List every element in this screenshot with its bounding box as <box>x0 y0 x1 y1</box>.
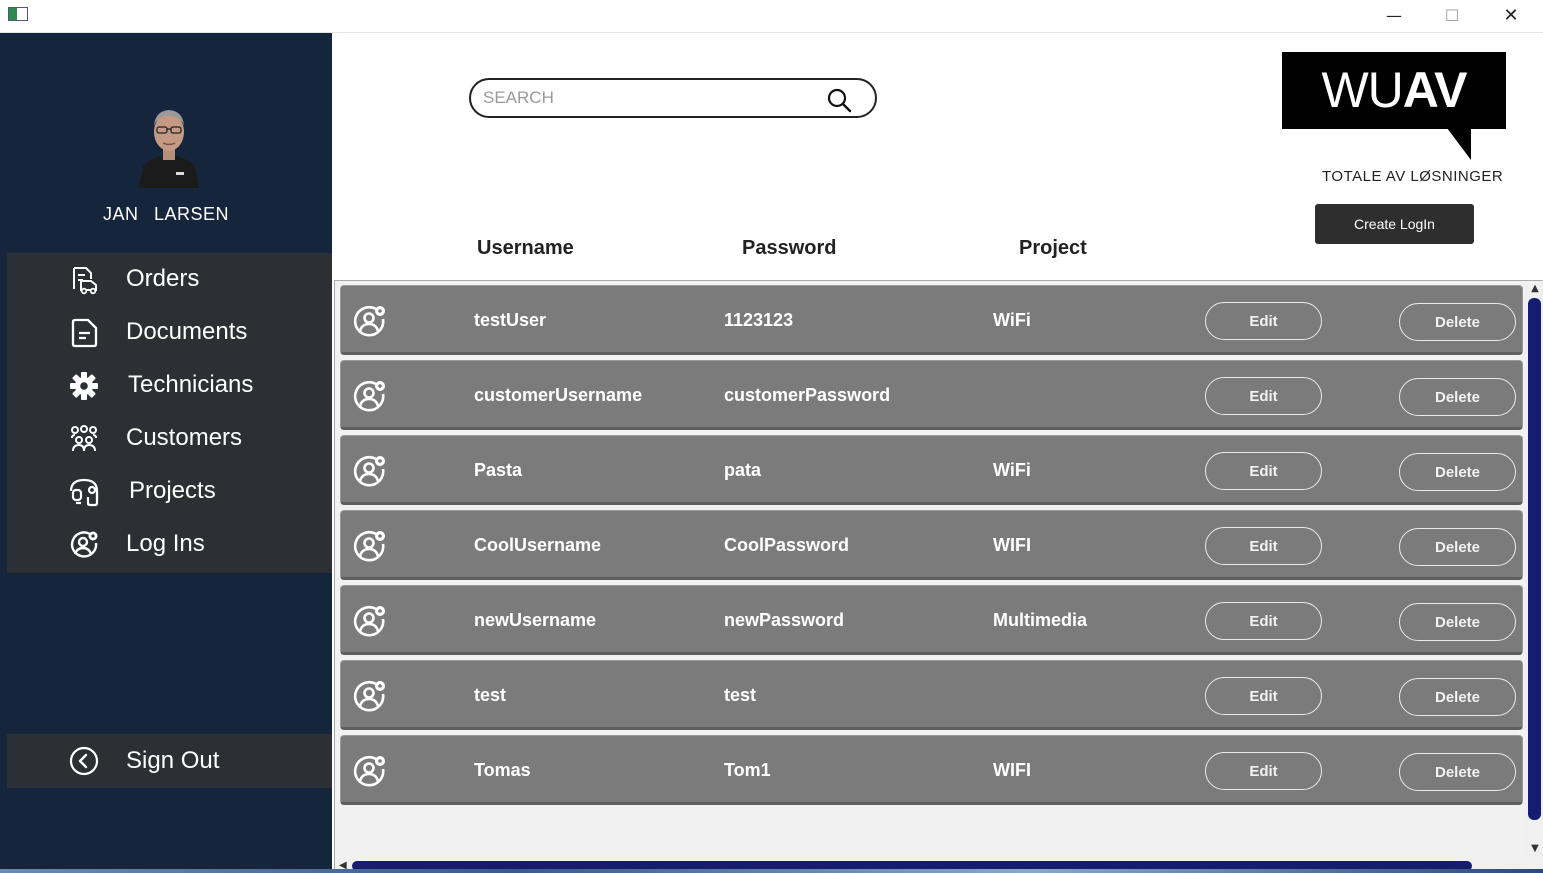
delete-button[interactable]: Delete <box>1399 603 1516 641</box>
cell-username: CoolUsername <box>474 535 602 555</box>
document-icon <box>71 318 98 348</box>
sidebar: JAN LARSEN Orders Documents Technicians … <box>0 33 332 873</box>
cell-password: customerPassword <box>724 385 891 405</box>
app-icon <box>8 7 28 21</box>
user-settings-icon <box>353 604 387 638</box>
delete-button[interactable]: Delete <box>1399 303 1516 341</box>
cell-project: WiFi <box>993 310 1031 330</box>
login-list: testUser 1123123 WiFi Edit Delete customerUse… <box>334 280 1543 873</box>
cell-password: pata <box>724 460 762 480</box>
user-name: JAN LARSEN <box>102 204 230 224</box>
nav-item-orders[interactable]: Orders <box>7 253 332 306</box>
nav-item-log-ins[interactable]: Log Ins <box>7 518 332 571</box>
search-input[interactable] <box>483 87 813 109</box>
maximize-button[interactable]: ☐ <box>1423 0 1481 30</box>
chevron-left-circle-icon <box>69 746 99 776</box>
cell-password: test <box>724 685 757 705</box>
edit-button[interactable]: Edit <box>1205 527 1322 565</box>
avatar <box>137 102 201 188</box>
nav-menu: Orders Documents Technicians Customers P… <box>7 253 332 573</box>
edit-button[interactable]: Edit <box>1205 677 1322 715</box>
logo-box: WUAV <box>1282 52 1506 129</box>
nav-label-customers: Customers <box>126 424 243 451</box>
delete-button[interactable]: Delete <box>1399 678 1516 716</box>
edit-button[interactable]: Edit <box>1205 377 1322 415</box>
user-settings-icon <box>353 679 387 713</box>
table-row: newUsername newPassword Multimedia Edit Dele… <box>340 585 1523 655</box>
cell-password: newPassword <box>724 610 845 630</box>
group-icon <box>71 425 97 452</box>
truck-document-icon <box>73 267 97 295</box>
cell-project: WIFI <box>993 760 1031 780</box>
edit-button[interactable]: Edit <box>1205 452 1322 490</box>
cell-username: customerUsername <box>474 385 643 405</box>
company-logo: WUAV TOTALE AV LØSNINGER <box>1282 52 1507 187</box>
cell-password: 1123123 <box>724 310 794 330</box>
logo-word-bold: AV <box>1402 62 1468 118</box>
nav-label-log-ins: Log Ins <box>126 530 205 557</box>
scroll-up-icon[interactable]: ▲ <box>1529 284 1541 294</box>
nav-item-customers[interactable]: Customers <box>7 412 332 465</box>
nav-label-projects: Projects <box>129 477 216 504</box>
edit-button[interactable]: Edit <box>1205 752 1322 790</box>
cell-project: WIFI <box>993 535 1031 555</box>
title-bar: — ☐ ✕ <box>0 0 1543 33</box>
edit-button[interactable]: Edit <box>1205 602 1322 640</box>
main-content: WUAV TOTALE AV LØSNINGER Create LogIn Us… <box>332 33 1543 873</box>
logo-wordmark: WUAV <box>1282 64 1506 116</box>
search-icon[interactable] <box>826 87 852 113</box>
cell-password: CoolPassword <box>724 535 850 555</box>
logo-word-thin: WU <box>1321 62 1403 118</box>
cell-username: Pasta <box>474 460 523 480</box>
user-settings-icon <box>70 531 98 558</box>
cell-project: Multimedia <box>993 610 1088 630</box>
cell-project: WiFi <box>993 460 1031 480</box>
nav-label-orders: Orders <box>126 265 200 292</box>
minimize-button[interactable]: — <box>1365 0 1423 30</box>
nav-label-technicians: Technicians <box>128 371 254 398</box>
project-icon <box>69 478 99 507</box>
column-header-password: Password <box>742 237 837 259</box>
cell-username: newUsername <box>474 610 597 630</box>
column-header-project: Project <box>1019 237 1087 259</box>
sign-out-label: Sign Out <box>126 747 220 774</box>
cell-username: test <box>474 685 507 705</box>
user-settings-icon <box>353 529 387 563</box>
column-header-username: Username <box>477 237 574 259</box>
create-login-button[interactable]: Create LogIn <box>1315 204 1474 244</box>
sign-out-button[interactable]: Sign Out <box>7 734 332 788</box>
user-settings-icon <box>353 754 387 788</box>
logo-speech-tail <box>1447 128 1471 160</box>
user-settings-icon <box>353 454 387 488</box>
nav-item-technicians[interactable]: Technicians <box>7 359 332 412</box>
nav-item-documents[interactable]: Documents <box>7 306 332 359</box>
table-row: CoolUsername CoolPassword WIFI Edit Delete <box>340 510 1523 580</box>
delete-button[interactable]: Delete <box>1399 528 1516 566</box>
user-settings-icon <box>353 379 387 413</box>
logo-tagline: TOTALE AV LØSNINGER <box>1322 168 1504 185</box>
cell-password: Tom1 <box>724 760 771 780</box>
delete-button[interactable]: Delete <box>1399 453 1516 491</box>
gear-icon <box>70 372 98 400</box>
table-row: customerUsername customerPassword Edit Dele… <box>340 360 1523 430</box>
vertical-scroll-thumb[interactable] <box>1528 298 1541 820</box>
table-row: testUser 1123123 WiFi Edit Delete <box>340 285 1523 355</box>
scroll-down-icon[interactable]: ▼ <box>1529 844 1541 854</box>
delete-button[interactable]: Delete <box>1399 753 1516 791</box>
user-settings-icon <box>353 304 387 338</box>
edit-button[interactable]: Edit <box>1205 302 1322 340</box>
close-button[interactable]: ✕ <box>1482 0 1540 30</box>
cell-username: testUser <box>474 310 547 330</box>
nav-label-documents: Documents <box>126 318 248 345</box>
table-row: test test Edit Delete <box>340 660 1523 730</box>
table-row: Tomas Tom1 WIFI Edit Delete <box>340 735 1523 805</box>
nav-item-projects[interactable]: Projects <box>7 465 332 518</box>
vertical-scrollbar[interactable]: ▲ ▼ <box>1525 281 1543 873</box>
table-row: Pasta pata WiFi Edit Delete <box>340 435 1523 505</box>
search-box <box>469 78 877 118</box>
delete-button[interactable]: Delete <box>1399 378 1516 416</box>
cell-username: Tomas <box>474 760 531 780</box>
taskbar-edge <box>0 869 1543 873</box>
